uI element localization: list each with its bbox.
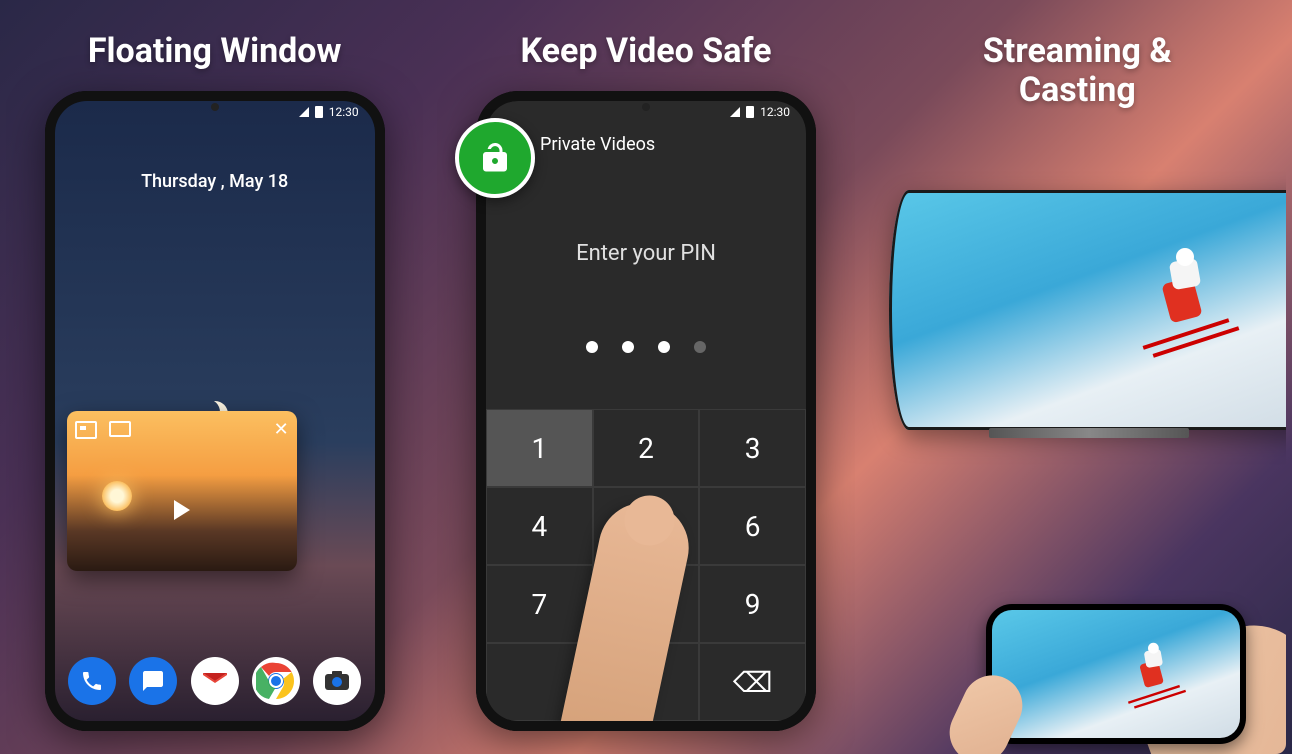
floating-video-window[interactable]: ✕ <box>67 411 297 571</box>
status-time: 12:30 <box>329 105 359 119</box>
pin-dot-filled <box>586 341 598 353</box>
tv-stand <box>989 428 1189 438</box>
status-time: 12:30 <box>760 105 790 119</box>
status-bar: 12:30 <box>730 105 790 119</box>
phone-notch <box>642 103 650 111</box>
phone-screen: 12:30 ← Private Videos Enter your PIN 1 … <box>486 101 806 721</box>
gmail-app-icon[interactable] <box>191 657 239 705</box>
panel-title: Floating Window <box>88 32 342 71</box>
status-bar: 12:30 <box>299 105 359 119</box>
signal-icon <box>730 107 740 117</box>
pin-dot-filled <box>622 341 634 353</box>
casting-illustration <box>869 0 1286 754</box>
keypad-key-4[interactable]: 4 <box>486 487 593 565</box>
panel-keep-video-safe: Keep Video Safe 12:30 ← Private Videos E… <box>437 0 854 754</box>
cast-phone-screen <box>992 610 1240 738</box>
home-date: Thursday , May 18 <box>55 171 375 192</box>
panel-title: Keep Video Safe <box>520 32 771 71</box>
phone-app-icon[interactable] <box>68 657 116 705</box>
pin-dot-empty <box>694 341 706 353</box>
phone-mockup: 12:30 Thursday , May 18 ✕ <box>45 91 385 731</box>
phone-notch <box>211 103 219 111</box>
sunset-graphic <box>102 481 132 511</box>
phone-mockup: 12:30 ← Private Videos Enter your PIN 1 … <box>476 91 816 731</box>
fullscreen-icon[interactable] <box>109 421 131 437</box>
phone-screen: 12:30 Thursday , May 18 ✕ <box>55 101 375 721</box>
messages-app-icon[interactable] <box>129 657 177 705</box>
signal-icon <box>299 107 309 117</box>
close-icon[interactable]: ✕ <box>274 419 289 440</box>
private-header-title: Private Videos <box>540 134 655 155</box>
pip-icon[interactable] <box>75 421 97 439</box>
keypad-key-backspace[interactable]: ⌫ <box>699 643 806 721</box>
play-icon[interactable] <box>174 500 190 520</box>
battery-icon <box>315 106 323 118</box>
panel-streaming-casting: Streaming & Casting <box>869 0 1286 754</box>
hand-holding-phone <box>976 554 1286 754</box>
chrome-app-icon[interactable] <box>252 657 300 705</box>
floating-window-toolbar: ✕ <box>75 419 289 440</box>
pin-dots <box>486 341 806 353</box>
home-dock <box>55 657 375 705</box>
keypad-key-2[interactable]: 2 <box>593 409 700 487</box>
unlock-badge-icon <box>455 118 535 198</box>
battery-icon <box>746 106 754 118</box>
keypad-key-6[interactable]: 6 <box>699 487 806 565</box>
skier-graphic <box>1146 250 1246 370</box>
panel-title: Streaming & Casting <box>983 32 1172 110</box>
keypad-key-9[interactable]: 9 <box>699 565 806 643</box>
pin-prompt: Enter your PIN <box>486 241 806 266</box>
tv-graphic <box>889 190 1286 430</box>
skier-graphic-small <box>1130 644 1190 716</box>
cast-phone <box>986 604 1246 744</box>
pin-dot-filled <box>658 341 670 353</box>
camera-app-icon[interactable] <box>313 657 361 705</box>
keypad-key-3[interactable]: 3 <box>699 409 806 487</box>
panel-floating-window: Floating Window 12:30 Thursday , May 18 … <box>6 0 423 754</box>
keypad-key-1[interactable]: 1 <box>486 409 593 487</box>
keypad-key-7[interactable]: 7 <box>486 565 593 643</box>
